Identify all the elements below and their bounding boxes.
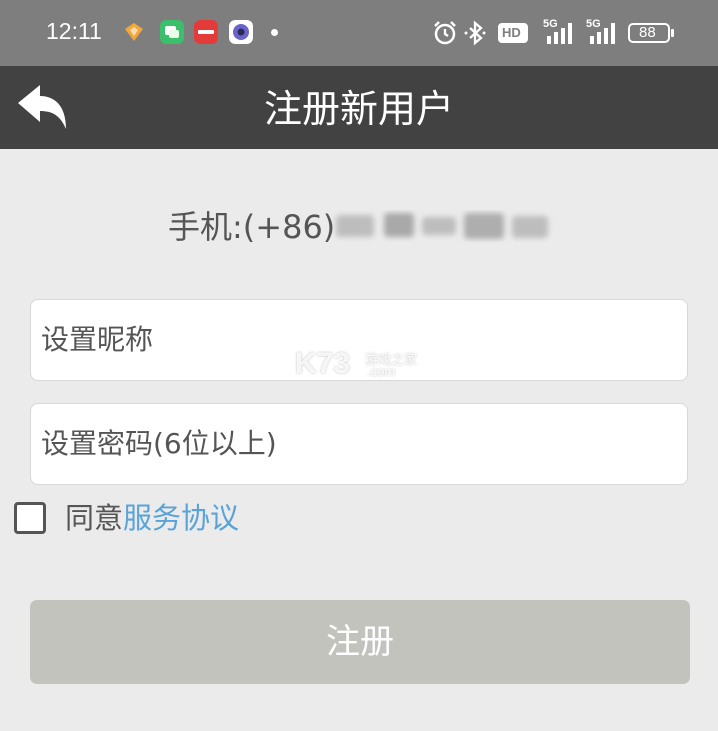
register-button-label: 注册 [326,622,394,662]
alarm-icon [434,21,456,45]
hd-voice-icon: HD [498,23,528,43]
phone-label: 手机:(+86) [168,208,336,246]
service-agreement-link[interactable]: 服务协议 [123,501,239,535]
battery-level: 88 [639,24,656,41]
xiaohongshu-icon [194,20,218,44]
password-input[interactable]: 设置密码(6位以上) [30,403,688,485]
agree-checkbox[interactable] [14,502,46,534]
nickname-placeholder: 设置昵称 [41,323,154,356]
camera-app-icon [229,20,253,44]
status-bar: 12:11 HD 5G 5G 88 [0,0,718,66]
status-time: 12:11 [46,18,102,44]
signal-1-icon: 5G [543,18,579,46]
page-title: 注册新用户 [263,87,454,131]
blurred-phone-number [336,213,548,239]
nickname-input[interactable]: 设置昵称 [30,299,688,381]
watermark-domain: .com [367,364,396,379]
agree-text: 同意 [65,501,124,535]
watermark-brand: K73 [295,347,351,380]
message-app-icon [160,20,184,44]
battery-icon: 88 [628,23,674,43]
app-notification-icon [125,23,143,41]
signal-2-icon: 5G [586,18,622,46]
more-notifications-dot [271,29,278,36]
agreement-row: 同意服务协议 [65,498,239,538]
register-button[interactable]: 注册 [30,600,690,684]
bluetooth-icon [464,20,486,46]
password-placeholder: 设置密码(6位以上) [41,427,277,460]
